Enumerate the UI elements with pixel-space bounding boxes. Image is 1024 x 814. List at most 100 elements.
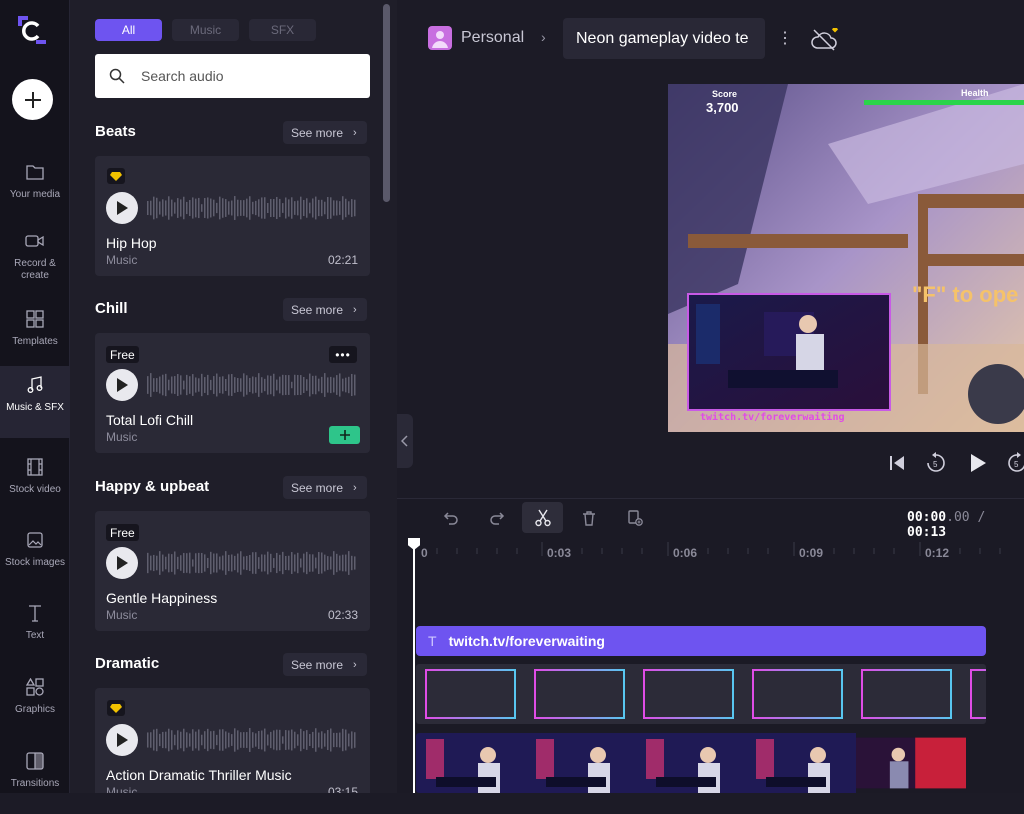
overlay-clip[interactable] — [416, 664, 986, 724]
tab-all[interactable]: All — [95, 19, 162, 41]
redo-button[interactable] — [476, 502, 517, 533]
play-button[interactable] — [106, 724, 138, 756]
waveform-bar — [312, 199, 314, 218]
track-card-action-dramatic[interactable]: Action Dramatic Thriller Music Music 03:… — [95, 688, 370, 793]
chevron-right-icon: › — [353, 127, 357, 139]
waveform-bar — [291, 730, 293, 751]
free-badge: Free — [106, 524, 139, 541]
waveform-bar — [315, 558, 317, 569]
current-time: 00:00 — [907, 510, 946, 525]
see-more-button[interactable]: See more› — [283, 121, 367, 144]
video-thumbnail — [636, 733, 746, 793]
track-name: Gentle Happiness — [106, 590, 217, 606]
waveform-bar — [267, 735, 269, 746]
more-options-button[interactable]: ••• — [329, 346, 357, 363]
track-card-gentle-happiness[interactable]: Free Gentle Happiness Music 02:33 — [95, 511, 370, 631]
sidebar-item-text[interactable]: Text — [0, 594, 70, 666]
collapse-panel-button[interactable] — [397, 414, 413, 468]
waveform-bar — [195, 199, 197, 218]
waveform-bar — [189, 733, 191, 746]
delete-button[interactable] — [568, 502, 609, 533]
waveform-bar — [237, 554, 239, 573]
waveform-bar — [195, 732, 197, 749]
workspace-name[interactable]: Personal — [461, 29, 524, 47]
text-clip[interactable]: T twitch.tv/foreverwaiting — [416, 626, 986, 656]
waveform-bar — [201, 553, 203, 573]
waveform-bar — [180, 555, 182, 571]
see-more-button[interactable]: See more› — [283, 298, 367, 321]
waveform-bar — [159, 551, 161, 575]
play-button[interactable] — [106, 192, 138, 224]
waveform-bar — [198, 378, 200, 391]
waveform-bar — [279, 730, 281, 750]
waveform-bar — [285, 730, 287, 750]
playhead[interactable] — [413, 538, 415, 793]
clipchamp-logo[interactable] — [14, 12, 50, 48]
cloud-off-icon[interactable] — [811, 26, 839, 57]
waveform-bar — [210, 731, 212, 749]
play-button[interactable] — [106, 369, 138, 401]
duplicate-button[interactable] — [614, 502, 655, 533]
video-preview[interactable]: Score 3,700 Health "F" to ope twitch.tv/… — [668, 84, 1024, 432]
duplicate-icon — [627, 510, 643, 526]
waveform-bar — [333, 551, 335, 575]
tab-music[interactable]: Music — [172, 19, 239, 41]
split-button[interactable] — [522, 502, 563, 533]
waveform-bar — [288, 375, 290, 395]
sidebar-item-stock-video[interactable]: Stock video — [0, 448, 70, 520]
waveform-bar — [354, 200, 356, 217]
waveform-bar — [273, 374, 275, 396]
video-thumbnail — [856, 733, 966, 793]
play-button[interactable] — [106, 547, 138, 579]
skip-back-icon[interactable] — [888, 454, 906, 472]
sidebar-item-stock-images[interactable]: Stock images — [0, 521, 70, 593]
waveform-bar — [282, 375, 284, 395]
waveform-bar — [348, 201, 350, 214]
waveform-bar — [276, 380, 278, 391]
waveform-bar — [150, 373, 152, 397]
premium-gem-icon — [107, 168, 125, 184]
video-thumbnail — [746, 733, 856, 793]
waveform-bar — [273, 558, 275, 568]
project-menu-button[interactable]: ⋮ — [777, 28, 793, 48]
sidebar-item-your-media[interactable]: Your media — [0, 153, 70, 225]
waveform-bar — [297, 734, 299, 745]
see-more-button[interactable]: See more› — [283, 653, 367, 676]
video-clip[interactable] — [416, 733, 986, 793]
sidebar-item-graphics[interactable]: Graphics — [0, 668, 70, 740]
search-input[interactable] — [139, 67, 339, 85]
workspace-avatar[interactable] — [428, 26, 452, 50]
waveform-bar — [288, 199, 290, 216]
waveform-bar — [288, 556, 290, 570]
waveform-bar — [219, 729, 221, 750]
search-bar[interactable] — [95, 54, 370, 98]
waveform-bar — [306, 552, 308, 574]
undo-button[interactable] — [430, 502, 471, 533]
waveform-bar — [213, 376, 215, 394]
waveform-bar — [273, 199, 275, 217]
create-new-button[interactable] — [12, 79, 53, 120]
rewind-5-icon[interactable]: 5 — [925, 452, 947, 474]
waveform-bar — [342, 379, 344, 392]
sidebar-item-music-sfx[interactable]: Music & SFX — [0, 366, 70, 438]
waveform-bar — [276, 197, 278, 219]
waveform-bar — [312, 376, 314, 394]
waveform-bar — [147, 376, 149, 394]
project-title-field[interactable]: Neon gameplay video te — [563, 18, 765, 59]
ruler-tick-label: 0:03 — [547, 546, 571, 560]
tab-sfx[interactable]: SFX — [249, 19, 316, 41]
panel-scrollbar[interactable] — [383, 4, 390, 202]
add-to-timeline-button[interactable] — [329, 426, 360, 444]
see-more-button[interactable]: See more› — [283, 476, 367, 499]
waveform-bar — [267, 375, 269, 394]
waveform-bar — [204, 198, 206, 218]
sidebar-item-transitions[interactable]: Transitions — [0, 742, 70, 814]
waveform-bar — [162, 375, 164, 396]
waveform-bar — [219, 197, 221, 220]
play-icon[interactable] — [968, 453, 988, 473]
sidebar-item-templates[interactable]: Templates — [0, 300, 70, 372]
track-card-hip-hop[interactable]: Hip Hop Music 02:21 — [95, 156, 370, 276]
sidebar-item-record-create[interactable]: Record & create — [0, 222, 70, 294]
forward-5-icon[interactable]: 5 — [1006, 452, 1024, 474]
track-card-total-lofi-chill[interactable]: Free ••• Total Lofi Chill Music — [95, 333, 370, 453]
